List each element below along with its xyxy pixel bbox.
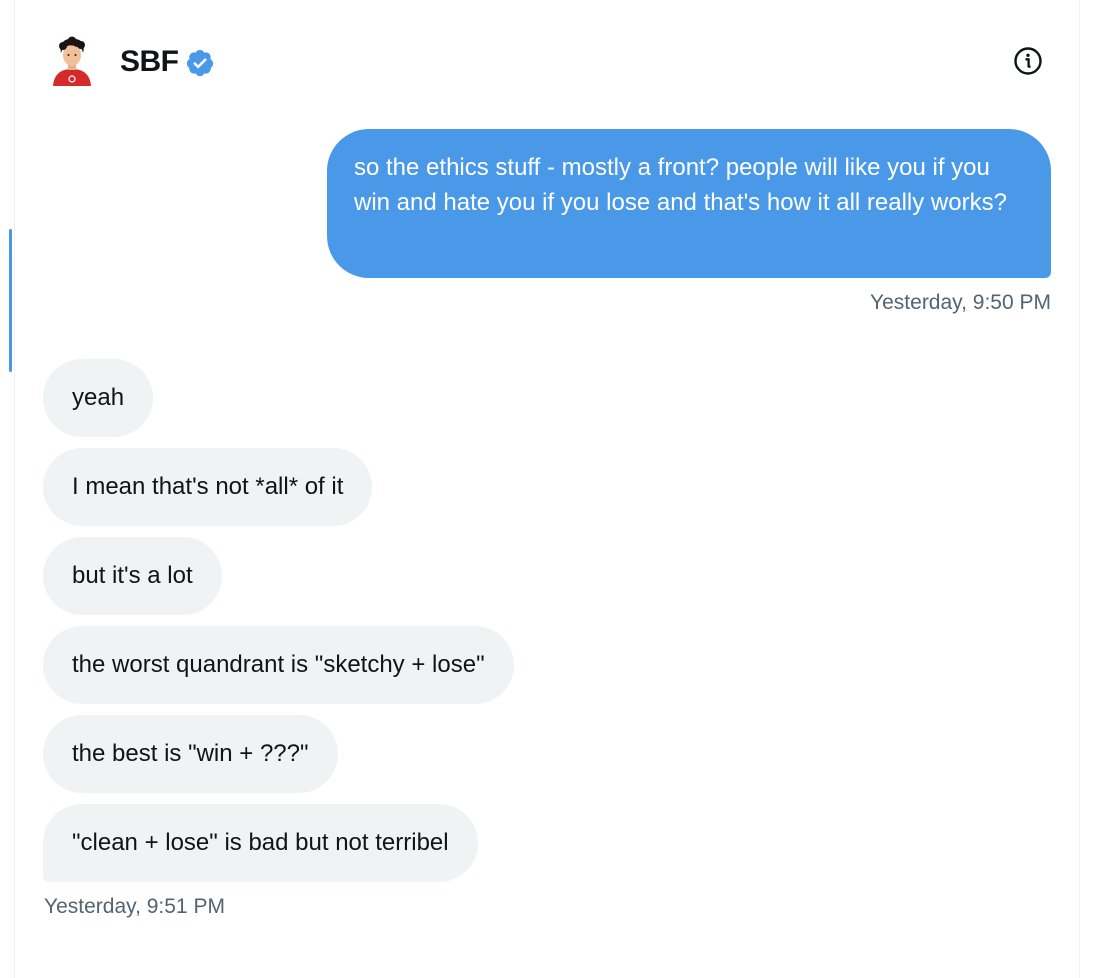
sent-message[interactable]: so the ethics stuff - mostly a front? pe… (327, 129, 1051, 278)
scroll-indicator[interactable] (9, 229, 12, 372)
received-message[interactable]: I mean that's not *all* of it (43, 448, 373, 526)
avatar[interactable] (49, 36, 95, 86)
verified-badge-icon (186, 49, 214, 77)
received-message[interactable]: the worst quandrant is "sketchy + lose" (43, 626, 514, 704)
message-timestamp: Yesterday, 9:51 PM (44, 895, 225, 918)
received-message[interactable]: "clean + lose" is bad but not terribel (43, 804, 478, 882)
received-message[interactable]: the best is "win + ???" (43, 715, 338, 793)
received-message[interactable]: but it's a lot (43, 537, 222, 615)
conversation-header: SBF (0, 0, 1094, 120)
received-message[interactable]: yeah (43, 359, 154, 437)
message-timestamp: Yesterday, 9:50 PM (870, 291, 1051, 314)
contact-name[interactable]: SBF (120, 44, 179, 80)
info-icon[interactable] (1012, 45, 1044, 77)
